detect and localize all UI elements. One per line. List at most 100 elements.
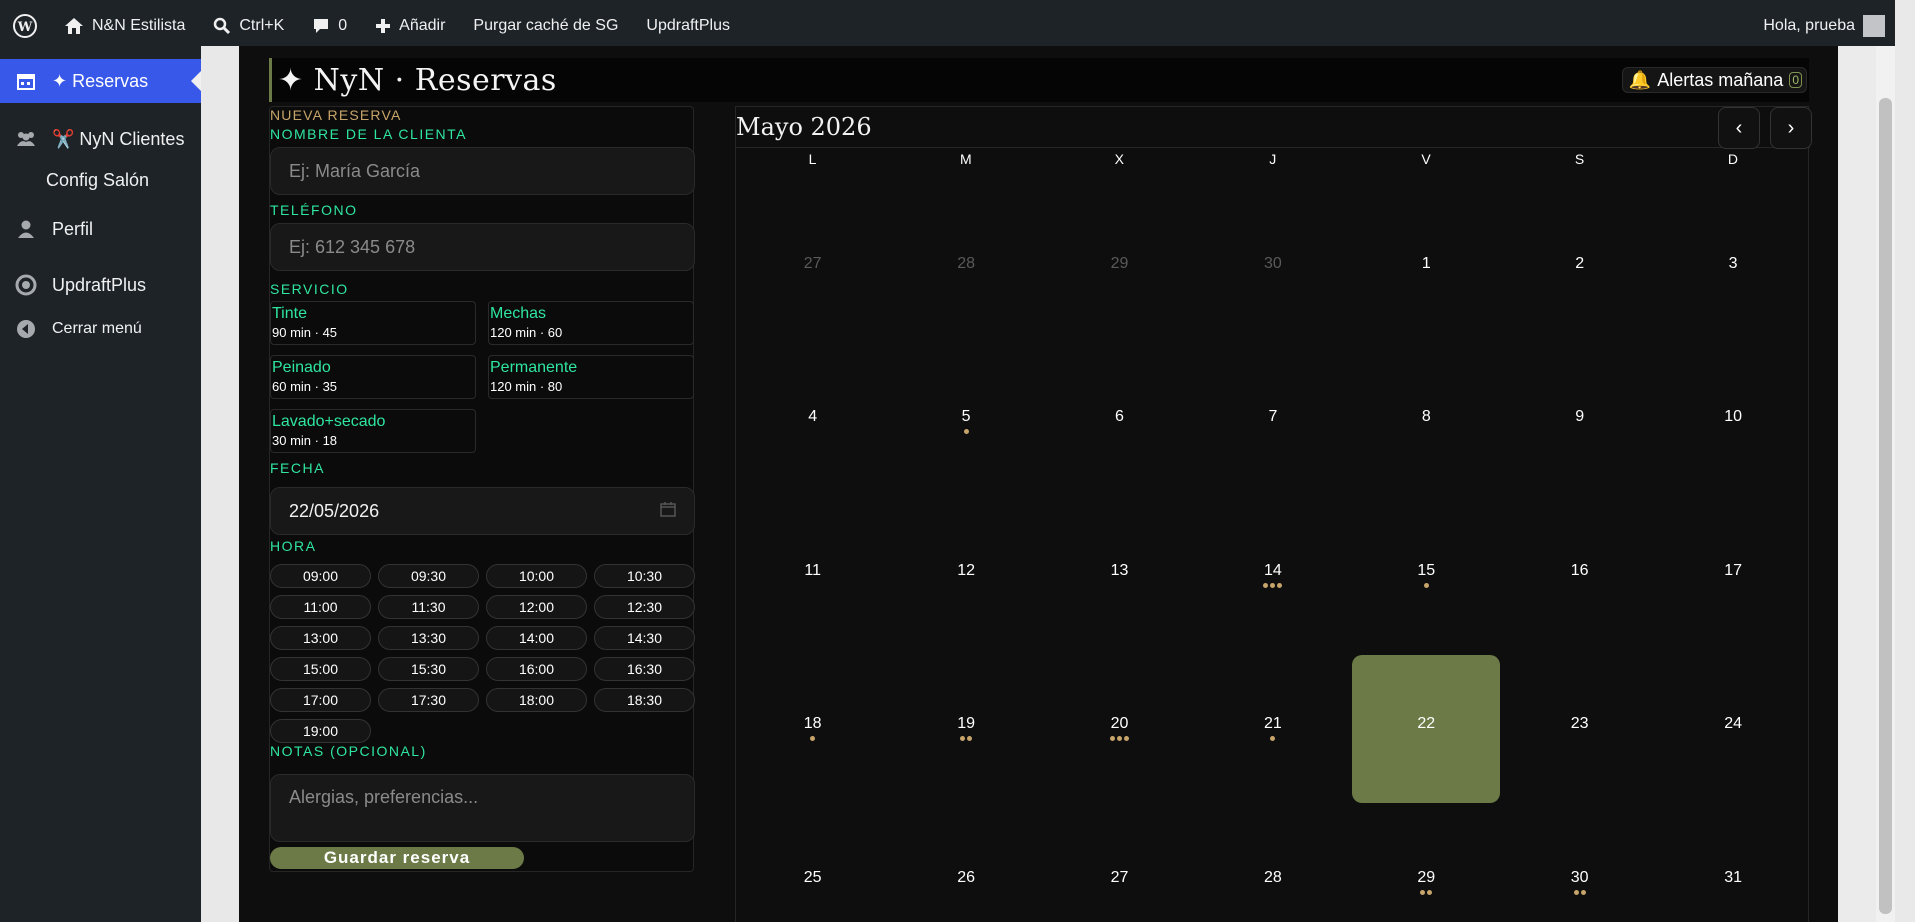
calendar-day[interactable]: 23 [1506,655,1654,803]
alerts-tomorrow-button[interactable]: 🔔 Alertas mañana 0 [1621,67,1807,93]
updraftplus-link[interactable]: UpdraftPlus [632,0,744,52]
time-slot[interactable]: 11:30 [378,595,479,619]
date-input[interactable]: 22/05/2026 [270,487,695,535]
time-slot[interactable]: 09:00 [270,564,371,588]
calendar-day[interactable]: 2 [1506,194,1654,342]
calendar-day[interactable]: 24 [1659,655,1807,803]
calendar-day[interactable]: 8 [1352,348,1500,496]
day-number: 22 [1417,715,1436,732]
calendar-day[interactable]: 4 [739,348,887,496]
calendar-day[interactable]: 10 [1659,348,1807,496]
prev-month-button[interactable]: ‹ [1718,107,1760,149]
calendar-day[interactable]: 30 [1199,194,1347,342]
time-slot[interactable]: 16:30 [594,657,695,681]
plus-icon [376,19,391,33]
time-slot[interactable]: 19:00 [270,719,371,743]
calendar-picker-icon[interactable] [660,501,676,522]
day-number: 5 [961,408,971,425]
calendar-day[interactable]: 28 [1199,808,1347,922]
day-number: 31 [1724,868,1742,886]
calendar-day[interactable]: 16 [1506,501,1654,649]
time-slot[interactable]: 18:30 [594,688,695,712]
calendar-day[interactable]: 27 [1046,808,1194,922]
day-number: 30 [1570,868,1589,886]
calendar-day[interactable]: 1 [1352,194,1500,342]
calendar-day[interactable]: 13 [1046,501,1194,649]
calendar-day[interactable]: 18 [739,655,887,803]
calendar-day[interactable]: 25 [739,808,887,922]
service-name: Mechas [490,305,547,322]
time-slot[interactable]: 11:00 [270,595,371,619]
calendar-day[interactable]: 5 [892,348,1040,496]
calendar-day[interactable]: 17 [1659,501,1807,649]
search-shortcut: Ctrl+K [239,17,285,34]
calendar-day[interactable]: 28 [892,194,1040,342]
time-slot[interactable]: 12:30 [594,595,695,619]
sidebar-item-reservas[interactable]: ✦ Reservas [0,59,201,103]
time-slot[interactable]: 15:30 [378,657,479,681]
service-option-tinte[interactable]: Tinte 90 min · 45 [270,301,476,345]
calendar-day[interactable]: 27 [739,194,887,342]
site-name-link[interactable]: N&N Estilista [50,0,199,52]
time-slot[interactable]: 12:00 [486,595,587,619]
calendar-day[interactable]: 20 [1046,655,1194,803]
day-number: 17 [1724,561,1742,579]
sidebar-item-updraftplus[interactable]: UpdraftPlus [0,263,201,307]
sidebar-collapse-button[interactable]: Cerrar menú [0,307,201,351]
account-menu[interactable]: Hola, prueba [1749,0,1893,52]
calendar-day[interactable]: 12 [892,501,1040,649]
calendar-day[interactable]: 31 [1659,808,1807,922]
save-booking-button[interactable]: Guardar reserva [270,847,524,869]
calendar-day[interactable]: 30 [1506,808,1654,922]
phone-input[interactable]: Ej: 612 345 678 [270,223,695,271]
calendar-day[interactable]: 26 [892,808,1040,922]
sidebar-item-label: ✂️ NyN Clientes [52,128,185,149]
time-slot[interactable]: 13:00 [270,626,371,650]
calendar-day[interactable]: 7 [1199,348,1347,496]
calendar-day[interactable]: 29 [1352,808,1500,922]
calendar-day[interactable]: 22 [1352,654,1501,803]
calendar-day[interactable]: 3 [1659,194,1807,342]
sidebar-subitem-config[interactable]: Config Salón [0,161,201,199]
next-month-button[interactable]: › [1770,107,1812,149]
time-slot[interactable]: 16:00 [486,657,587,681]
client-name-input[interactable]: Ej: María García [270,147,695,195]
service-option-peinado[interactable]: Peinado 60 min · 35 [270,355,476,399]
time-slot[interactable]: 10:30 [594,564,695,588]
time-slot[interactable]: 14:30 [594,626,695,650]
page-scrollbar[interactable] [1876,46,1895,922]
time-slot[interactable]: 18:00 [486,688,587,712]
calendar-day[interactable]: 14 [1199,501,1347,649]
time-slot[interactable]: 14:00 [486,626,587,650]
scrollbar-thumb[interactable] [1879,98,1892,914]
calendar-day[interactable]: 6 [1046,348,1194,496]
sidebar-item-clientes[interactable]: ✂️ NyN Clientes [0,117,201,161]
calendar-day[interactable]: 29 [1046,194,1194,342]
day-number: 21 [1263,715,1282,732]
time-slot[interactable]: 09:30 [378,564,479,588]
new-booking-form: NUEVA RESERVA NOMBRE DE LA CLIENTA Ej: M… [269,106,695,872]
time-slot[interactable]: 13:30 [378,626,479,650]
comments-link[interactable]: 0 [298,0,361,52]
calendar-day[interactable]: 15 [1352,501,1500,649]
booking-dots [1110,736,1129,742]
sidebar-item-perfil[interactable]: Perfil [0,207,201,251]
calendar-day[interactable]: 21 [1199,655,1347,803]
day-number: 30 [1263,254,1282,272]
service-option-permanente[interactable]: Permanente 120 min · 80 [488,355,694,399]
time-slot[interactable]: 17:00 [270,688,371,712]
time-slot[interactable]: 10:00 [486,564,587,588]
calendar-day[interactable]: 19 [892,655,1040,803]
time-slot[interactable]: 17:30 [378,688,479,712]
day-number: 28 [957,254,975,272]
purge-cache-link[interactable]: Purgar caché de SG [459,0,632,52]
calendar-day[interactable]: 9 [1506,348,1654,496]
search-button[interactable]: Ctrl+K [199,0,298,52]
add-new-link[interactable]: Añadir [361,0,459,52]
wordpress-logo-button[interactable]: W [2,0,50,52]
service-option-lavado-secado[interactable]: Lavado+secado 30 min · 18 [270,409,476,453]
notes-textarea[interactable]: Alergias, preferencias... [270,774,695,842]
time-slot[interactable]: 15:00 [270,657,371,681]
service-option-mechas[interactable]: Mechas 120 min · 60 [488,301,694,345]
calendar-day[interactable]: 11 [739,501,887,649]
